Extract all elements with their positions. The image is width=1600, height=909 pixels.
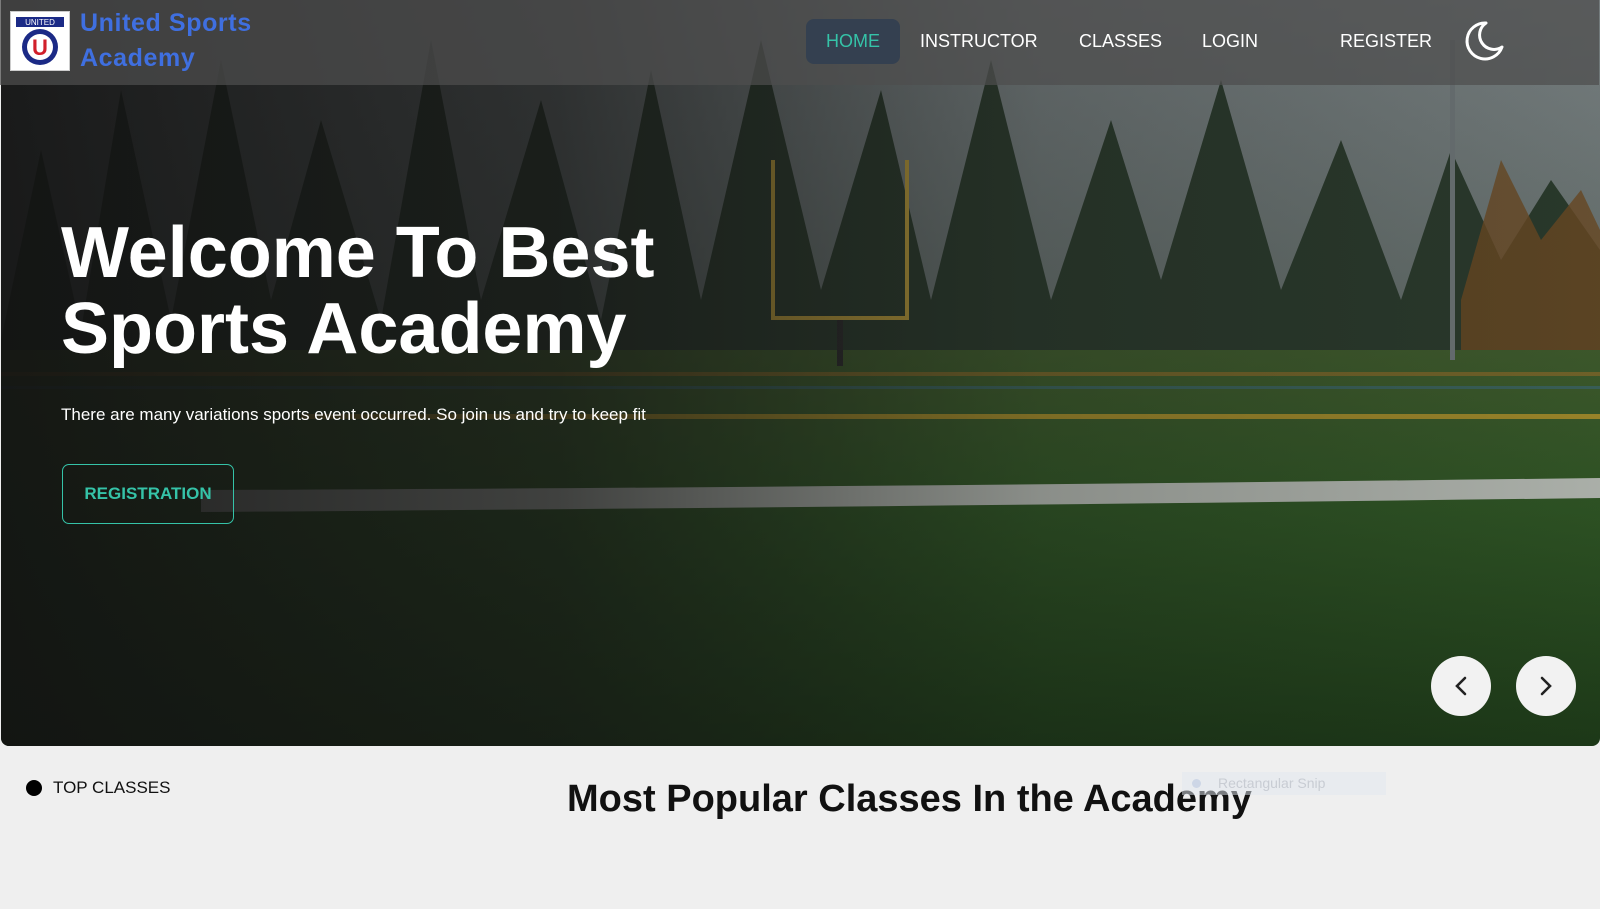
- nav-register[interactable]: REGISTER: [1320, 19, 1452, 64]
- brand-name[interactable]: United Sports Academy: [80, 6, 280, 76]
- top-navbar: UNITED U United Sports Academy HOME INST…: [0, 0, 1599, 85]
- carousel-next-button[interactable]: [1516, 656, 1576, 716]
- hero-title: Welcome To Best Sports Academy: [61, 215, 781, 367]
- chevron-left-icon: [1455, 676, 1467, 696]
- nav-classes[interactable]: CLASSES: [1059, 19, 1182, 64]
- nav-login[interactable]: LOGIN: [1182, 19, 1278, 64]
- nav-instructor[interactable]: INSTRUCTOR: [900, 19, 1058, 64]
- logo-letter: U: [32, 35, 48, 60]
- logo-shield-icon: UNITED U: [16, 17, 64, 65]
- chevron-right-icon: [1540, 676, 1552, 696]
- theme-toggle-button[interactable]: [1458, 17, 1506, 65]
- hero-overlay: [1, 0, 1600, 746]
- moon-icon: [1465, 21, 1504, 61]
- hero-section: Welcome To Best Sports Academy There are…: [1, 0, 1600, 746]
- snip-icon: [1192, 779, 1201, 788]
- nav-home[interactable]: HOME: [806, 19, 900, 64]
- hero-title-line2: Sports Academy: [61, 289, 627, 369]
- academy-logo[interactable]: UNITED U: [10, 11, 70, 71]
- hero-subtitle: There are many variations sports event o…: [61, 405, 646, 424]
- logo-text: UNITED: [25, 18, 55, 27]
- registration-button[interactable]: REGISTRATION: [62, 464, 234, 524]
- snip-tool-ghost: Rectangular Snip: [1182, 772, 1386, 795]
- hero-title-line1: Welcome To Best: [61, 213, 655, 293]
- brand-name-line1: United Sports: [80, 9, 252, 37]
- brand-name-line2: Academy: [80, 44, 196, 72]
- carousel-prev-button[interactable]: [1431, 656, 1491, 716]
- snip-tool-label: Rectangular Snip: [1218, 775, 1326, 791]
